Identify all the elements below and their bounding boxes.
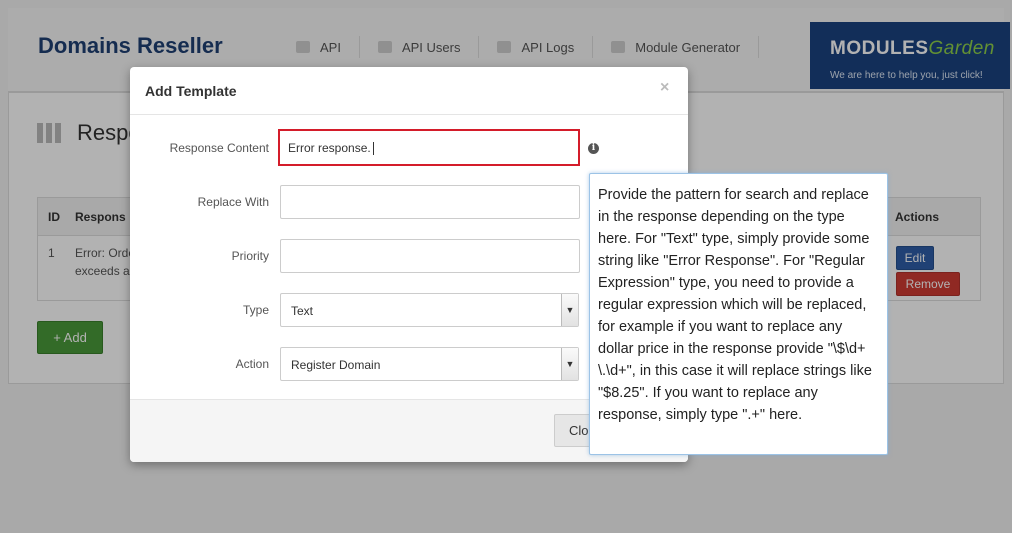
replace-with-label: Replace With [197,195,269,209]
action-label: Action [235,357,269,371]
help-tooltip: Provide the pattern for search and repla… [589,173,888,455]
text-cursor [373,142,374,155]
priority-input[interactable] [280,239,580,273]
chevron-down-icon: ▼ [561,294,578,326]
response-content-value: Error response. [288,141,371,155]
info-icon[interactable]: i [588,143,599,154]
action-select[interactable]: Register Domain ▼ [280,347,579,381]
response-content-label: Response Content [169,141,269,155]
type-label: Type [242,303,269,317]
close-icon[interactable]: × [660,79,669,97]
type-select-value: Text [291,304,314,318]
type-select[interactable]: Text ▼ [280,293,579,327]
replace-with-input[interactable] [280,185,580,219]
action-select-value: Register Domain [291,358,381,372]
modal-header: Add Template × [130,67,688,115]
priority-label: Priority [231,249,269,263]
chevron-down-icon: ▼ [561,348,578,380]
response-content-input[interactable]: Error response. [278,129,580,166]
modal-title: Add Template [145,83,237,99]
